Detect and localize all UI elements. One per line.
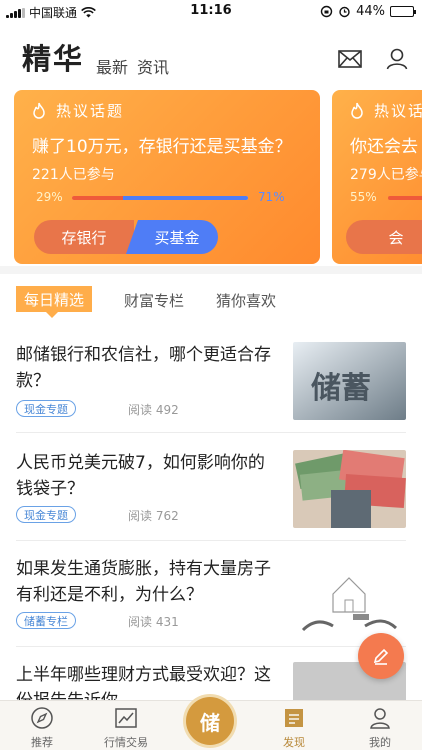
nav-label: 发现 [283,736,305,749]
mail-icon[interactable] [337,46,363,72]
chart-icon [115,708,137,728]
article-item[interactable]: 上半年哪些理财方式最受欢迎？这份报告告诉你 [16,662,406,700]
article-tag[interactable]: 现金专题 [16,506,76,523]
user-icon[interactable] [384,46,410,72]
article-headline[interactable]: 人民币兑美元破7，如何影响你的钱袋子？ [16,450,278,502]
thumb-savings-text: 储蓄 [311,371,371,406]
nav-recommend[interactable]: 推荐 [0,701,84,750]
page-title: 精华 [22,42,85,76]
tab-wealth-column[interactable]: 财富专栏 [124,290,184,311]
alarm-icon [339,6,350,18]
topic-card[interactable]: 热议话题 赚了10万元，存银行还是买基金？ 221人已参与 29% 71% 存银… [14,90,320,264]
topic-card-head: 热议话题 [348,100,422,121]
tab-recommended[interactable]: 猜你喜欢 [216,290,276,311]
article-thumbnail[interactable]: 储蓄 [293,342,406,420]
flame-icon [33,102,45,119]
savings-center-button[interactable]: 储 [186,697,234,745]
vote-bank-button[interactable]: 存银行 [34,220,134,254]
status-right: 44% [320,4,416,19]
article-item[interactable]: 人民币兑美元破7，如何影响你的钱袋子？ 现金专题 阅读 762 [16,450,406,530]
article-headline[interactable]: 上半年哪些理财方式最受欢迎？这份报告告诉你 [16,662,278,700]
nav-mine[interactable]: 我的 [338,701,422,750]
vote-bar [72,196,248,200]
topic-label: 热议话题 [374,102,422,120]
participant-count: 279人已参与 [350,167,422,183]
header: 精华 最新 资讯 [0,30,422,80]
article-headline[interactable]: 邮储银行和农信社，哪个更适合存款？ [16,342,278,394]
article-thumbnail[interactable] [293,556,406,634]
topic-card[interactable]: 热议话题 你还会去 279人已参与 55% 会 [332,90,422,264]
vote-fund-button[interactable]: 买基金 [126,220,218,254]
read-count: 阅读 762 [128,509,179,523]
compose-button[interactable] [358,633,404,679]
battery-percent: 44% [356,4,385,19]
user-icon [370,708,390,729]
nav-market[interactable]: 行情交易 [84,701,168,750]
nav-label: 我的 [369,736,391,749]
tab-news[interactable]: 资讯 [137,54,169,78]
divider [16,432,406,433]
flame-icon [351,102,363,119]
left-percent: 29% [36,190,63,204]
left-percent: 55% [350,190,377,204]
tab-latest[interactable]: 最新 [96,54,128,78]
right-percent: 71% [258,190,285,204]
rotation-lock-icon [320,5,333,18]
article-tag[interactable]: 现金专题 [16,400,76,417]
article-tag[interactable]: 储蓄专栏 [16,612,76,629]
vote-bar [388,196,422,200]
status-bar: 中国联通 11:16 44% [0,0,422,22]
bottom-nav: 推荐 行情交易 储 发现 我的 [0,697,422,750]
topic-carousel[interactable]: 热议话题 赚了10万元，存银行还是买基金？ 221人已参与 29% 71% 存银… [14,90,422,265]
nav-discover[interactable]: 发现 [252,701,336,750]
read-count: 阅读 492 [128,403,179,417]
section-divider [0,266,422,274]
topic-card-head: 热议话题 [30,100,124,121]
topic-question: 赚了10万元，存银行还是买基金？ [32,137,292,157]
divider [16,646,406,647]
article-item[interactable]: 邮储银行和农信社，哪个更适合存款？ 现金专题 阅读 492 储蓄 [16,342,406,422]
topic-question: 你还会去 [350,137,418,157]
pencil-icon [373,648,389,665]
read-count: 阅读 431 [128,615,179,629]
section-tabs: 每日精选 财富专栏 猜你喜欢 [0,284,422,320]
discover-icon [285,709,303,727]
compass-icon [31,707,53,729]
participant-count: 221人已参与 [32,167,115,183]
tab-daily-picks[interactable]: 每日精选 [16,286,93,318]
article-headline[interactable]: 如果发生通货膨胀，持有大量房子有利还是不利，为什么？ [16,556,278,608]
topic-label: 热议话题 [56,102,125,120]
vote-yes-button[interactable]: 会 [346,220,422,254]
article-item[interactable]: 如果发生通货膨胀，持有大量房子有利还是不利，为什么？ 储蓄专栏 阅读 431 [16,556,406,636]
divider [16,540,406,541]
article-thumbnail[interactable] [293,450,406,528]
battery-icon [390,6,416,17]
nav-label: 推荐 [31,736,53,749]
nav-label: 行情交易 [104,736,148,749]
